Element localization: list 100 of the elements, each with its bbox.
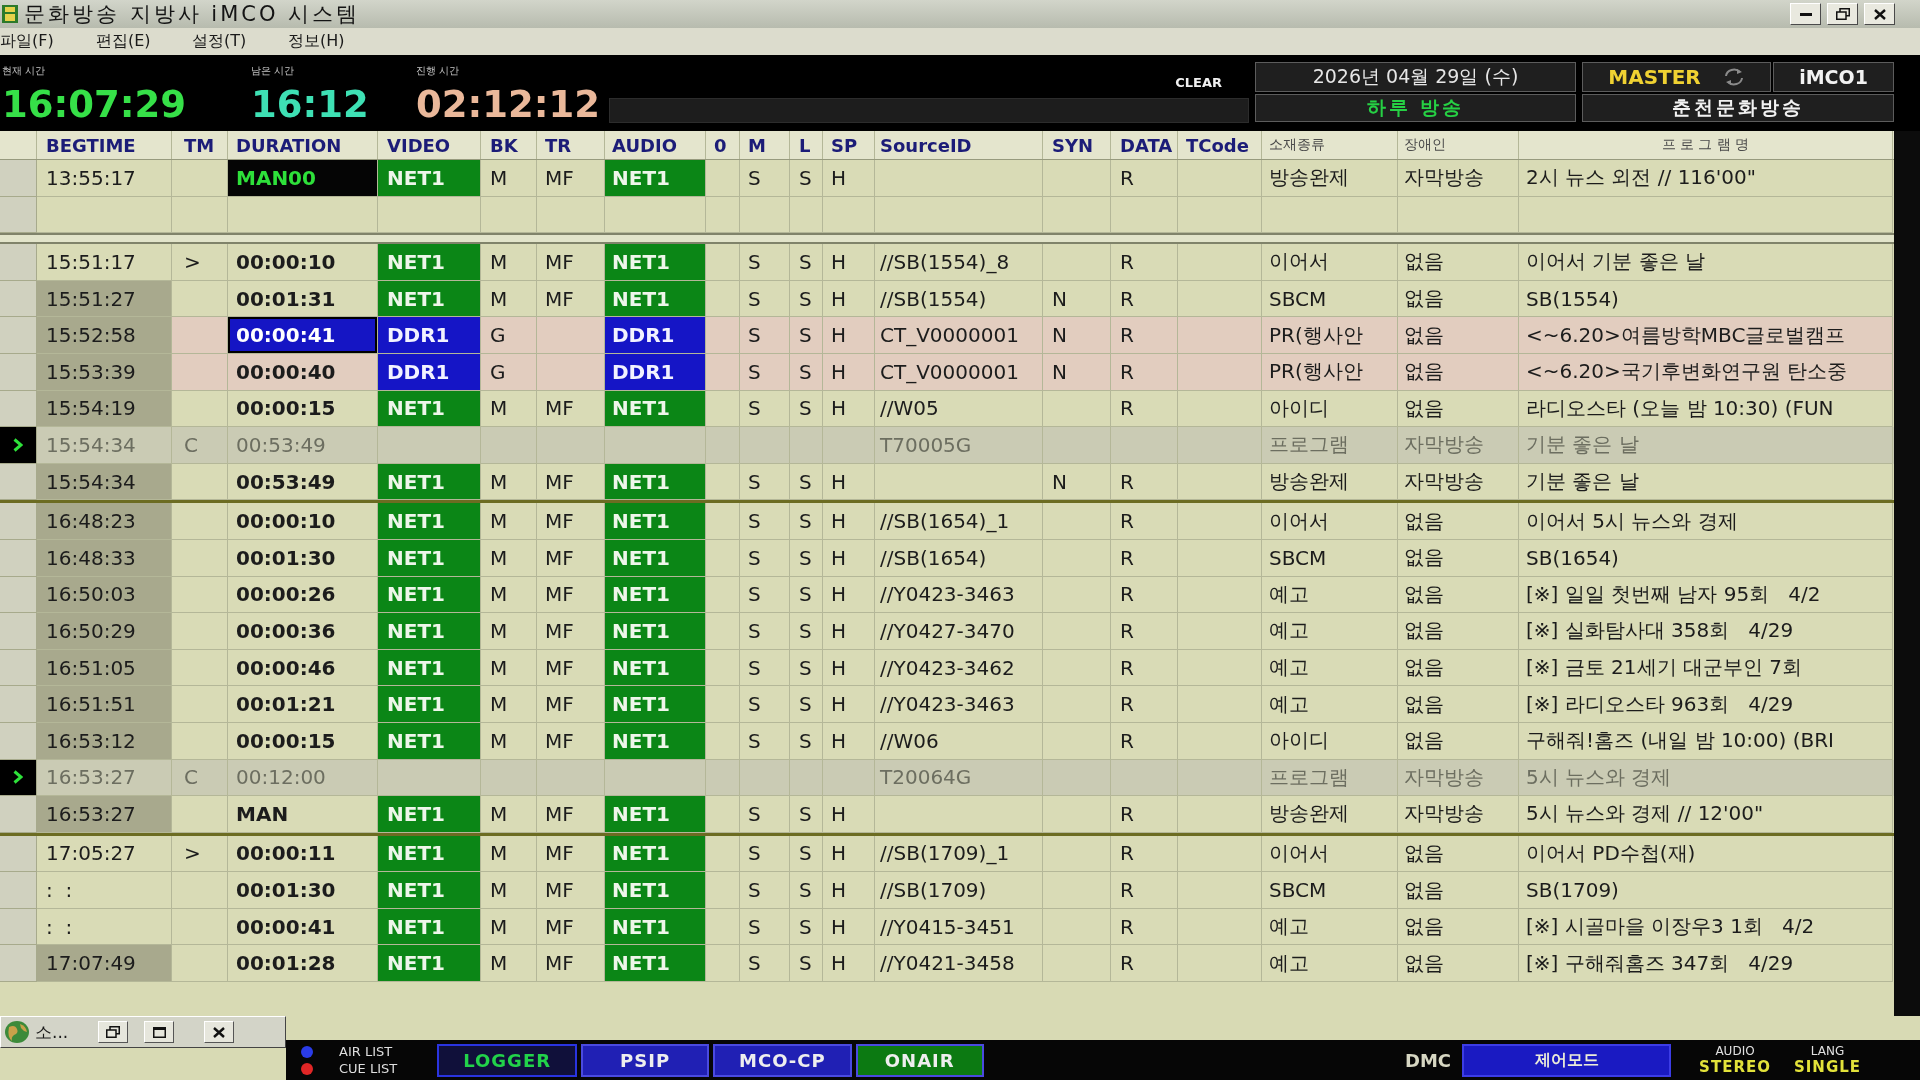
table-cell: S — [740, 463, 790, 501]
table-cell: NET1 — [378, 945, 481, 983]
table-row[interactable]: 17:07:49 00:01:28 NET1 M MF NET1 S S H //Y0421-3458 R 예고 없음 [※] 구해줘홈즈 347회 4/29 — [0, 945, 1894, 983]
table-row[interactable]: : : 00:01:30 NET1 M MF NET1 S S H //SB(1709) R SBCM 없음 SB(1709) — [0, 872, 1894, 909]
table-row[interactable]: 15:54:34 00:53:49 NET1 M MF NET1 S S H N R 방송완제 자막방송 기분 좋은 날 — [0, 463, 1894, 501]
clock-label: 남은 시간 — [251, 64, 295, 78]
toolbar-button[interactable]: ONAIR — [855, 1043, 984, 1077]
table-cell: M — [481, 945, 537, 983]
table-cell: R — [1111, 686, 1178, 723]
table-cell: SBCM — [1262, 872, 1398, 909]
window-title: 문화방송 지방사 iMCO 시스템 — [24, 1, 361, 28]
restore-button[interactable] — [1827, 3, 1858, 25]
table-row[interactable]: 17:05:27 > 00:00:11 NET1 M MF NET1 S S H //SB(1709)_1 R 이어서 없음 이어서 PD수첩(재) — [0, 835, 1894, 873]
window-title: 소... — [35, 1020, 69, 1044]
table-cell: S — [740, 722, 790, 760]
table-cell: S — [790, 244, 823, 281]
table-row[interactable]: 16:50:03 00:00:26 NET1 M MF NET1 S S H //Y0423-3463 R 예고 없음 [※] 일일 첫번째 남자 95회 4/2 — [0, 576, 1894, 614]
column-header: TM — [172, 131, 228, 159]
maximize-button[interactable] — [144, 1021, 175, 1043]
table-cell: NET1 — [378, 160, 481, 197]
clock-time: 02:12:12 — [416, 84, 601, 126]
table-row[interactable]: 16:51:05 00:00:46 NET1 M MF NET1 S S H //Y0423-3462 R 예고 없음 [※] 금토 21세기 대군부인 7회 — [0, 649, 1894, 687]
table-cell: S — [790, 872, 823, 909]
table-cell: 없음 — [1398, 613, 1519, 650]
table-cell: NET1 — [605, 160, 706, 197]
table-cell: SB(1709) — [1519, 872, 1893, 909]
refresh-icon — [1722, 67, 1745, 87]
table-cell: 없음 — [1398, 539, 1519, 577]
indicator-label: LANG — [1810, 1044, 1845, 1058]
table-cell: //W06 — [875, 722, 1043, 760]
table-row[interactable]: 16:48:23 00:00:10 NET1 M MF NET1 S S H //SB(1654)_1 R 이어서 없음 이어서 5시 뉴스와 경제 — [0, 503, 1894, 540]
table-cell: [※] 실화탐사대 358회 4/29 — [1519, 613, 1893, 650]
menu-item[interactable]: 설정(T) — [192, 30, 264, 53]
table-row[interactable]: 16:48:33 00:01:30 NET1 M MF NET1 S S H //SB(1654) R SBCM 없음 SB(1654) — [0, 539, 1894, 577]
table-cell: M — [481, 722, 537, 760]
table-cell: //SB(1654)_1 — [875, 503, 1043, 540]
toolbar-button[interactable]: MCO-CP — [713, 1043, 852, 1077]
toolbar-button[interactable]: LOGGER — [437, 1043, 578, 1077]
table-row[interactable]: 15:52:58 00:00:41 DDR1 G DDR1 S S H CT_V0000001 N R PR(행사안 없음 <~6.20>여름방학MBC글로벌캠프 — [0, 317, 1894, 354]
minimize-button[interactable] — [1790, 3, 1821, 25]
table-row[interactable]: 16:51:51 00:01:21 NET1 M MF NET1 S S H //Y0423-3463 R 예고 없음 [※] 라디오스타 963회 4/29 — [0, 686, 1894, 723]
clear-label: CLEAR — [1175, 75, 1222, 91]
table-cell: //Y0427-3470 — [875, 613, 1043, 650]
table-cell: NET1 — [378, 722, 481, 760]
chevron-icon — [13, 437, 23, 452]
table-cell: 15:51:27 — [37, 280, 172, 318]
table-row[interactable]: 16:53:27 MAN NET1 M MF NET1 S S H R 방송완제 자막방송 5시 뉴스와 경제 // 12'00" — [0, 796, 1894, 833]
table-cell: NET1 — [605, 390, 706, 428]
table-cell: C — [172, 427, 228, 464]
row-header — [0, 835, 37, 873]
table-row[interactable]: 16:50:29 00:00:36 NET1 M MF NET1 S S H //Y0427-3470 R 예고 없음 [※] 실화탐사대 358회 4/29 — [0, 613, 1894, 650]
table-cell: 기분 좋은 날 — [1519, 427, 1893, 464]
mode-button[interactable]: 제어모드 — [1462, 1043, 1672, 1077]
clock-time: 16:07:29 — [2, 84, 187, 126]
table-cell: //SB(1654) — [875, 539, 1043, 577]
table-cell: [※] 구해줘홈즈 347회 4/29 — [1519, 945, 1893, 983]
table-cell: NET1 — [605, 280, 706, 318]
table-row[interactable]: 13:55:17 MAN00 NET1 M MF NET1 S S H R 방송완제 자막방송 2시 뉴스 외전 // 116'00" — [0, 160, 1894, 197]
table-cell: S — [740, 945, 790, 983]
restore-button[interactable] — [98, 1021, 129, 1043]
table-row[interactable]: 15:51:27 00:01:31 NET1 M MF NET1 S S H //SB(1554) N R SBCM 없음 SB(1554) — [0, 280, 1894, 318]
row-header — [0, 317, 37, 354]
table-cell: 프로그램 — [1262, 427, 1398, 464]
table-cell: 16:50:03 — [37, 576, 172, 614]
table-cell: H — [823, 353, 875, 391]
menu-item[interactable]: 파일(F) — [0, 30, 72, 53]
table-cell: //Y0421-3458 — [875, 945, 1043, 983]
table-cell: NET1 — [378, 244, 481, 281]
table-cell: S — [790, 503, 823, 540]
table-cell: H — [823, 160, 875, 197]
menu-item[interactable]: 정보(H) — [288, 30, 360, 53]
close-button[interactable] — [204, 1021, 235, 1043]
table-cell: <~6.20>여름방학MBC글로벌캠프 — [1519, 317, 1893, 354]
table-cell: S — [740, 244, 790, 281]
table-cell: N — [1043, 317, 1111, 354]
clock-label: 현재 시간 — [2, 64, 46, 78]
table-cell: 없음 — [1398, 945, 1519, 983]
close-button[interactable] — [1864, 3, 1895, 25]
toolbar-button[interactable]: PSIP — [581, 1043, 710, 1077]
table-cell: NET1 — [605, 908, 706, 946]
table-row[interactable]: 16:53:12 00:00:15 NET1 M MF NET1 S S H //W06 R 아이디 없음 구해줘!홈즈 (내일 밤 10:00) (BRI — [0, 722, 1894, 760]
table-cell: M — [481, 160, 537, 197]
column-header: BK — [481, 131, 537, 159]
menu-item[interactable]: 편집(E) — [96, 30, 168, 53]
table-cell: S — [790, 613, 823, 650]
table-cell: 자막방송 — [1398, 427, 1519, 464]
table-cell: 15:52:58 — [37, 317, 172, 354]
table-cell: S — [790, 463, 823, 501]
table-cell: 없음 — [1398, 317, 1519, 354]
table-row[interactable]: 15:54:19 00:00:15 NET1 M MF NET1 S S H //W05 R 아이디 없음 라디오스타 (오늘 밤 10:30) (FUN — [0, 390, 1894, 428]
column-header: SYN — [1043, 131, 1111, 159]
table-row[interactable]: 15:51:17 > 00:00:10 NET1 M MF NET1 S S H //SB(1554)_8 R 이어서 없음 이어서 기분 좋은 날 — [0, 244, 1894, 281]
table-cell: 자막방송 — [1398, 796, 1519, 833]
table-row[interactable]: 15:53:39 00:00:40 DDR1 G DDR1 S S H CT_V0000001 N R PR(행사안 없음 <~6.20>국기후변화연구원 탄소중 — [0, 353, 1894, 391]
table-cell: 00:53:49 — [228, 427, 378, 464]
table-row[interactable]: : : 00:00:41 NET1 M MF NET1 S S H //Y0415-3451 R 예고 없음 [※] 시골마을 이장우3 1회 4/2 — [0, 908, 1894, 946]
minimized-window[interactable]: 소... — [0, 1016, 286, 1048]
table-cell: M — [481, 796, 537, 833]
table-cell: S — [740, 796, 790, 833]
table-cell: S — [790, 539, 823, 577]
